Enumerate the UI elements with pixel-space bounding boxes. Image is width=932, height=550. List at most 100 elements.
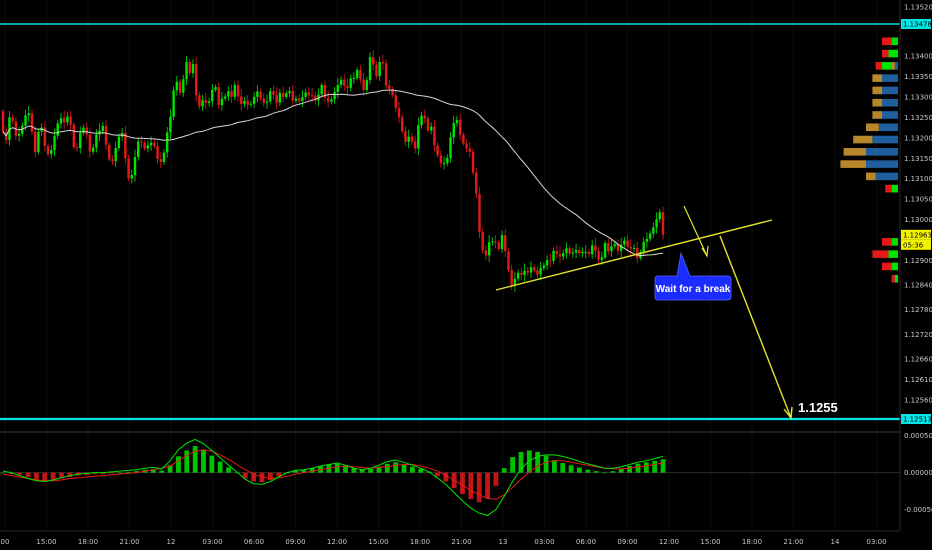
candle-body[interactable] <box>223 96 227 99</box>
candle-body[interactable] <box>101 125 105 131</box>
candle[interactable] <box>478 186 481 239</box>
candle-body[interactable] <box>62 118 66 123</box>
candle-body[interactable] <box>661 212 665 235</box>
candle-body[interactable] <box>291 91 294 101</box>
candle-body[interactable] <box>124 132 127 159</box>
candle-body[interactable] <box>578 249 581 254</box>
candle-body[interactable] <box>336 84 340 92</box>
candle-body[interactable] <box>46 145 50 155</box>
candle-body[interactable] <box>368 57 372 81</box>
candle-body[interactable] <box>375 64 378 76</box>
candle-body[interactable] <box>297 98 301 101</box>
candle-body[interactable] <box>169 116 172 133</box>
candle-body[interactable] <box>468 148 472 152</box>
candle-body[interactable] <box>149 142 153 146</box>
candle-body[interactable] <box>384 63 388 86</box>
candle-body[interactable] <box>140 141 143 143</box>
candle-body[interactable] <box>491 241 494 243</box>
candle-body[interactable] <box>446 157 449 164</box>
candle-body[interactable] <box>240 96 243 104</box>
candle-body[interactable] <box>310 95 314 97</box>
candle-body[interactable] <box>111 159 114 162</box>
candle[interactable] <box>481 228 484 254</box>
candle-body[interactable] <box>252 96 256 104</box>
candle-body[interactable] <box>156 145 159 160</box>
candle-body[interactable] <box>629 246 633 249</box>
candle-body[interactable] <box>565 248 568 254</box>
candle[interactable] <box>172 86 175 121</box>
candle-body[interactable] <box>355 69 359 79</box>
candle-body[interactable] <box>217 87 220 106</box>
candle-body[interactable] <box>626 240 629 247</box>
candle-body[interactable] <box>230 91 233 97</box>
candle-body[interactable] <box>326 97 330 102</box>
candle-body[interactable] <box>233 84 237 97</box>
candle-body[interactable] <box>652 227 655 234</box>
candle-body[interactable] <box>91 147 95 152</box>
candle-body[interactable] <box>114 148 117 162</box>
candle-body[interactable] <box>159 159 162 162</box>
candle-body[interactable] <box>301 96 304 101</box>
candle-body[interactable] <box>69 116 72 125</box>
candle-body[interactable] <box>449 137 452 158</box>
candle-body[interactable] <box>423 115 426 119</box>
candle-body[interactable] <box>372 57 375 65</box>
candle-body[interactable] <box>349 78 352 88</box>
candle-body[interactable] <box>462 134 465 144</box>
candle[interactable] <box>37 129 40 155</box>
candle-body[interactable] <box>487 242 491 256</box>
candle-body[interactable] <box>481 231 484 251</box>
candle-body[interactable] <box>191 64 195 74</box>
candle-body[interactable] <box>246 100 249 105</box>
candle-body[interactable] <box>613 244 616 247</box>
candle-body[interactable] <box>458 119 462 135</box>
candle-body[interactable] <box>417 125 420 149</box>
candle-body[interactable] <box>584 251 587 253</box>
candle-body[interactable] <box>220 98 224 106</box>
candle-body[interactable] <box>185 62 188 80</box>
candle-body[interactable] <box>365 80 369 90</box>
candle-body[interactable] <box>436 145 439 156</box>
candle-body[interactable] <box>359 69 362 80</box>
candle-body[interactable] <box>636 247 639 259</box>
candle-body[interactable] <box>552 250 555 261</box>
candle-body[interactable] <box>536 270 539 275</box>
candle-body[interactable] <box>597 250 600 260</box>
candle-body[interactable] <box>137 141 140 158</box>
candle-body[interactable] <box>465 143 468 149</box>
candle-body[interactable] <box>594 245 597 251</box>
candle[interactable] <box>507 248 510 273</box>
candle-body[interactable] <box>533 267 536 271</box>
candle-body[interactable] <box>362 79 365 90</box>
candle-body[interactable] <box>471 151 475 173</box>
candle-body[interactable] <box>523 270 526 275</box>
candle-body[interactable] <box>433 126 436 146</box>
candle[interactable] <box>426 116 430 133</box>
candle-body[interactable] <box>259 91 262 99</box>
candle-body[interactable] <box>133 157 137 176</box>
candle-body[interactable] <box>88 134 92 152</box>
candle-body[interactable] <box>455 119 459 124</box>
candle[interactable] <box>384 59 388 89</box>
candle-body[interactable] <box>388 85 391 90</box>
candle-body[interactable] <box>574 249 578 253</box>
candle-body[interactable] <box>504 235 507 252</box>
candle-body[interactable] <box>66 116 69 123</box>
candle-body[interactable] <box>1 111 5 132</box>
candle[interactable] <box>1 108 5 134</box>
candle-body[interactable] <box>236 84 240 97</box>
candle-body[interactable] <box>397 107 401 118</box>
candle-body[interactable] <box>265 101 269 103</box>
candle-body[interactable] <box>590 245 594 255</box>
candle-body[interactable] <box>175 81 179 91</box>
candle-body[interactable] <box>645 238 649 242</box>
candle-body[interactable] <box>30 113 34 132</box>
candle-body[interactable] <box>494 241 497 243</box>
candle-body[interactable] <box>429 126 433 131</box>
candle-body[interactable] <box>262 98 265 103</box>
forex-chart[interactable]: 1.1255 Wait for a break 1.135801.135201.… <box>0 0 932 550</box>
candle-body[interactable] <box>275 94 278 103</box>
candle-body[interactable] <box>401 117 404 132</box>
candle-body[interactable] <box>607 242 610 252</box>
candle-body[interactable] <box>378 62 381 76</box>
